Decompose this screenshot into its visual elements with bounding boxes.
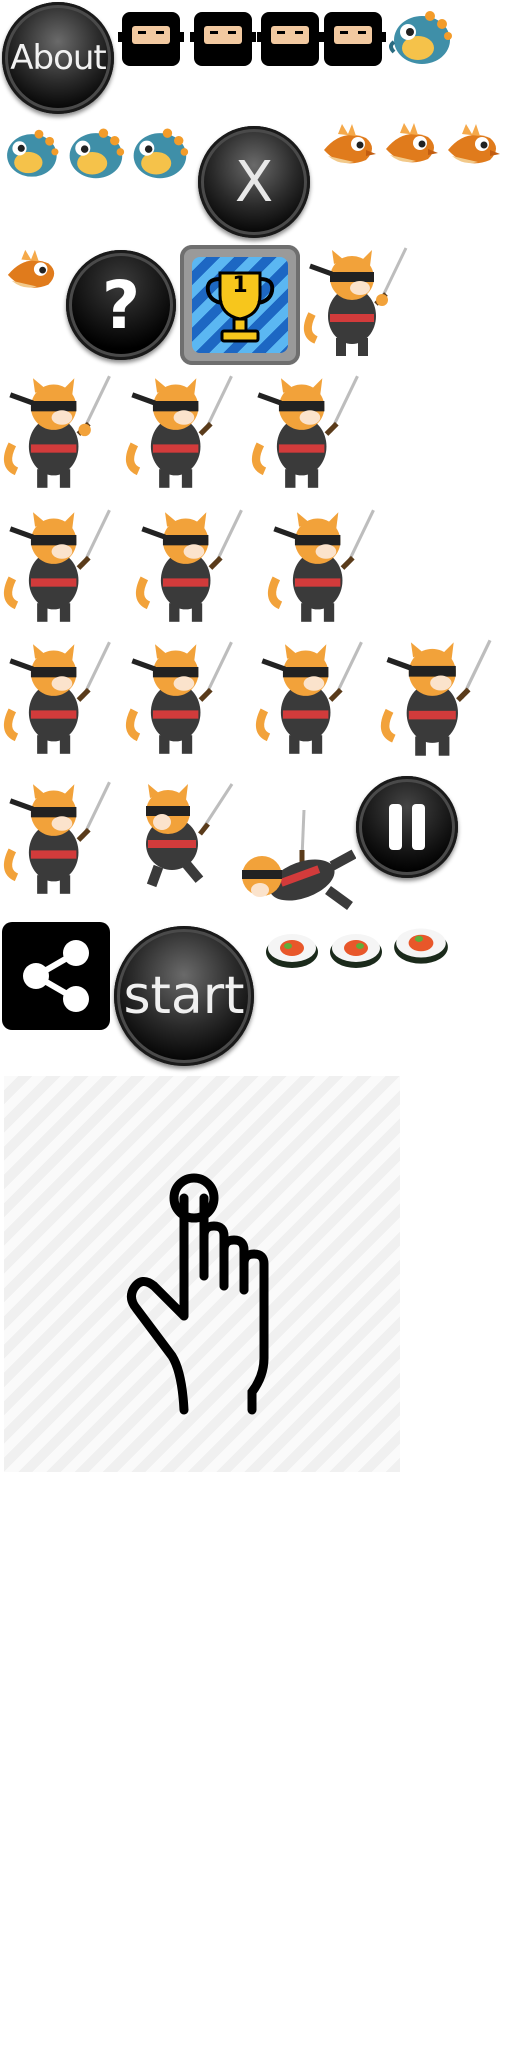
blue-dragon-icon — [62, 120, 128, 182]
start-label: start — [123, 966, 245, 1026]
ninja-cat-sprite — [124, 370, 248, 494]
sushi-roll-icon — [262, 924, 322, 972]
share-button[interactable] — [2, 922, 110, 1030]
ninja-head-icon — [320, 8, 386, 70]
ninja-cat-sprite — [124, 636, 248, 760]
ninja-cat-sprite — [2, 504, 126, 628]
ninja-cat-sprite — [300, 244, 424, 360]
blue-dragon-icon — [0, 120, 62, 182]
blue-dragon-icon — [126, 120, 192, 182]
help-label: ? — [101, 266, 141, 344]
orange-fish-icon — [442, 120, 504, 176]
orange-fish-icon — [2, 246, 62, 300]
sushi-roll-icon — [390, 918, 452, 968]
ninja-head-icon — [190, 8, 256, 70]
trophy-background: 1 — [192, 257, 288, 353]
ninja-cat-sprite — [266, 504, 390, 628]
sushi-roll-icon — [326, 924, 386, 972]
ninja-cat-sprite — [2, 636, 126, 760]
ninja-cat-sprite — [250, 370, 374, 494]
about-label: About — [10, 38, 107, 78]
tutorial-panel — [4, 1076, 400, 1472]
start-button[interactable]: start — [114, 926, 254, 1066]
ninja-cat-sprite — [232, 810, 356, 914]
ninja-cat-sprite — [122, 772, 242, 900]
share-icon — [23, 940, 89, 1012]
trophy-icon — [205, 271, 275, 343]
ninja-cat-sprite — [2, 772, 126, 904]
ninja-head-icon — [257, 8, 323, 70]
close-button[interactable]: X — [198, 126, 310, 238]
about-button[interactable]: About — [2, 2, 114, 114]
orange-fish-icon — [380, 118, 442, 176]
pause-icon — [389, 804, 425, 850]
orange-fish-icon — [318, 120, 380, 176]
help-button[interactable]: ? — [66, 250, 176, 360]
trophy-button[interactable]: 1 — [180, 245, 300, 365]
ninja-cat-sprite — [134, 504, 258, 628]
tap-hand-icon — [126, 1173, 269, 1415]
ninja-cat-sprite — [2, 370, 126, 494]
ninja-cat-sprite — [378, 636, 508, 760]
blue-dragon-icon — [386, 2, 456, 68]
ninja-cat-sprite — [254, 636, 378, 760]
ninja-head-icon — [118, 8, 184, 70]
close-label: X — [234, 149, 274, 215]
pause-button[interactable] — [356, 776, 458, 878]
trophy-rank: 1 — [232, 273, 248, 298]
